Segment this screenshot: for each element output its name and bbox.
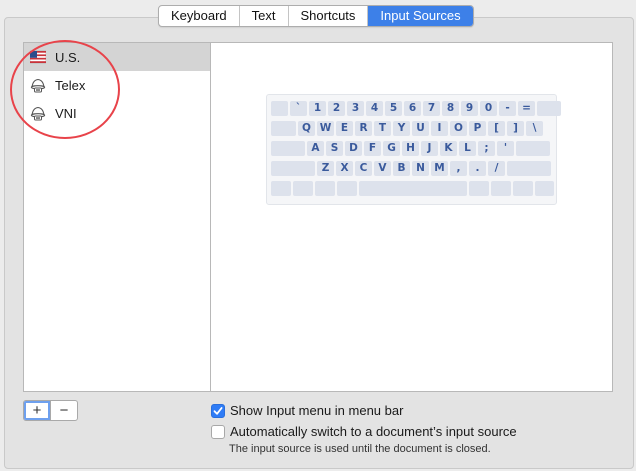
keyboard-key bbox=[271, 161, 315, 176]
keyboard-key: L bbox=[459, 141, 476, 156]
show-input-menu-option[interactable]: Show Input menu in menu bar bbox=[211, 403, 403, 418]
keyboard-row-number: ` 1 2 3 4 5 6 7 8 9 0- = bbox=[271, 101, 563, 116]
input-sources-list[interactable]: U.S. Telex VNI bbox=[23, 42, 211, 392]
keyboard-key: Z bbox=[317, 161, 334, 176]
checkmark-icon bbox=[213, 406, 223, 415]
list-item-label: U.S. bbox=[55, 49, 81, 65]
list-item-us[interactable]: U.S. bbox=[24, 43, 210, 71]
keyboard-key: O bbox=[450, 121, 467, 136]
list-item-vni[interactable]: VNI bbox=[24, 99, 210, 127]
keyboard-key: A bbox=[307, 141, 324, 156]
show-input-menu-checkbox[interactable] bbox=[211, 403, 225, 418]
tab-keyboard[interactable]: Keyboard bbox=[159, 6, 240, 26]
keyboard-key: Y bbox=[393, 121, 410, 136]
keyboard-key: S bbox=[326, 141, 343, 156]
us-flag-icon bbox=[30, 50, 46, 64]
keyboard-preview-pane: ` 1 2 3 4 5 6 7 8 9 0- = Q W E R T Y U I O P[] \ A S D F G H J K L; ' … bbox=[211, 42, 613, 392]
keyboard-row-home: A S D F G H J K L; ' bbox=[271, 141, 552, 156]
keyboard-key: I bbox=[431, 121, 448, 136]
keyboard-key: 0 bbox=[480, 101, 497, 116]
keyboard-key: Q bbox=[298, 121, 315, 136]
keyboard-row-top: Q W E R T Y U I O P[] \ bbox=[271, 121, 545, 136]
keyboard-key: X bbox=[336, 161, 353, 176]
keyboard-key: R bbox=[355, 121, 372, 136]
keyboard-key bbox=[271, 101, 288, 116]
keyboard-key: 3 bbox=[347, 101, 364, 116]
keyboard-key: 9 bbox=[461, 101, 478, 116]
tab-input-sources[interactable]: Input Sources bbox=[368, 6, 473, 26]
keyboard-key: = bbox=[518, 101, 535, 116]
keyboard-row-space bbox=[271, 181, 556, 196]
keyboard-key: W bbox=[317, 121, 334, 136]
keyboard-key bbox=[491, 181, 511, 196]
keyboard-key: \ bbox=[526, 121, 543, 136]
list-item-telex[interactable]: Telex bbox=[24, 71, 210, 99]
add-remove-control: + − bbox=[23, 400, 78, 421]
keyboard-key: T bbox=[374, 121, 391, 136]
auto-switch-option[interactable]: Automatically switch to a document’s inp… bbox=[211, 424, 517, 439]
keyboard-key: C bbox=[355, 161, 372, 176]
show-input-menu-label: Show Input menu in menu bar bbox=[230, 403, 404, 418]
keyboard-key: ] bbox=[507, 121, 524, 136]
list-item-label: Telex bbox=[55, 77, 86, 93]
keyboard-row-bottom: Z X C V B N M,. / bbox=[271, 161, 553, 176]
keyboard-key: 8 bbox=[442, 101, 459, 116]
keyboard-key: 7 bbox=[423, 101, 440, 116]
keyboard-key bbox=[337, 181, 357, 196]
auto-switch-label: Automatically switch to a document’s inp… bbox=[230, 424, 517, 439]
keyboard-key: ' bbox=[497, 141, 514, 156]
add-input-source-button[interactable]: + bbox=[24, 401, 51, 420]
keyboard-key: H bbox=[402, 141, 419, 156]
vietnamese-input-icon bbox=[30, 106, 46, 121]
keyboard-key: V bbox=[374, 161, 391, 176]
keyboard-key: B bbox=[393, 161, 410, 176]
keyboard-key: . bbox=[469, 161, 486, 176]
keyboard-key bbox=[513, 181, 533, 196]
list-item-label: VNI bbox=[55, 105, 77, 121]
keyboard-key: K bbox=[440, 141, 457, 156]
vietnamese-input-icon bbox=[30, 78, 46, 93]
keyboard-key: / bbox=[488, 161, 505, 176]
keyboard-key: G bbox=[383, 141, 400, 156]
keyboard-key: D bbox=[345, 141, 362, 156]
keyboard-key: , bbox=[450, 161, 467, 176]
keyboard-key: E bbox=[336, 121, 353, 136]
keyboard-key: P bbox=[469, 121, 486, 136]
remove-input-source-button[interactable]: − bbox=[51, 401, 77, 420]
keyboard-key: F bbox=[364, 141, 381, 156]
keyboard-key bbox=[516, 141, 550, 156]
keyboard-key: 6 bbox=[404, 101, 421, 116]
keyboard-preview: ` 1 2 3 4 5 6 7 8 9 0- = Q W E R T Y U I O P[] \ A S D F G H J K L; ' … bbox=[266, 94, 561, 205]
keyboard-key: 5 bbox=[385, 101, 402, 116]
keyboard-key: - bbox=[499, 101, 516, 116]
keyboard-key: ; bbox=[478, 141, 495, 156]
auto-switch-hint: The input source is used until the docum… bbox=[229, 443, 491, 455]
keyboard-key bbox=[535, 181, 554, 196]
keyboard-key bbox=[271, 141, 305, 156]
tab-bar: Keyboard Text Shortcuts Input Sources bbox=[158, 5, 474, 27]
keyboard-key bbox=[293, 181, 313, 196]
keyboard-key: 2 bbox=[328, 101, 345, 116]
tab-shortcuts[interactable]: Shortcuts bbox=[289, 6, 369, 26]
keyboard-key: U bbox=[412, 121, 429, 136]
keyboard-key: 1 bbox=[309, 101, 326, 116]
keyboard-key bbox=[271, 121, 296, 136]
keyboard-key: M bbox=[431, 161, 448, 176]
keyboard-key: J bbox=[421, 141, 438, 156]
keyboard-key bbox=[315, 181, 335, 196]
keyboard-spacebar bbox=[359, 181, 467, 196]
keyboard-key bbox=[537, 101, 561, 116]
keyboard-key bbox=[469, 181, 489, 196]
auto-switch-checkbox[interactable] bbox=[211, 424, 225, 439]
keyboard-key bbox=[507, 161, 551, 176]
keyboard-key: N bbox=[412, 161, 429, 176]
tab-text[interactable]: Text bbox=[240, 6, 289, 26]
keyboard-key bbox=[271, 181, 291, 196]
keyboard-key: [ bbox=[488, 121, 505, 136]
keyboard-key: ` bbox=[290, 101, 307, 116]
keyboard-key: 4 bbox=[366, 101, 383, 116]
